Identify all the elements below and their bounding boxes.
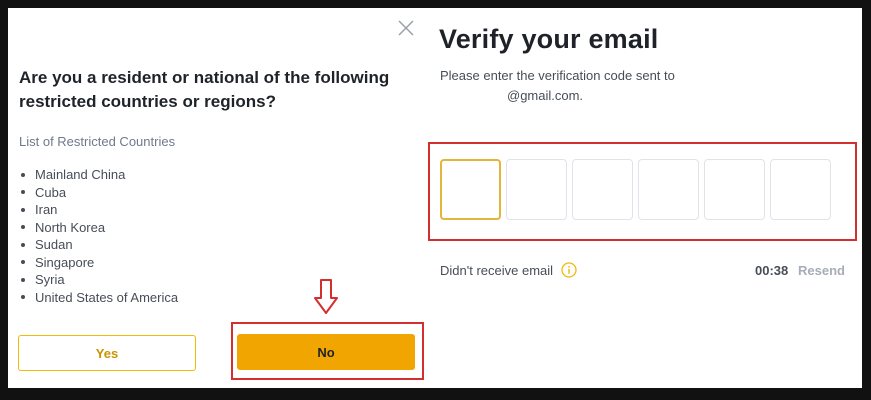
bullet [21,207,25,212]
code-digit-3[interactable] [572,159,633,220]
code-digit-5[interactable] [704,159,765,220]
code-digit-1[interactable] [440,159,501,220]
verification-code-input [440,159,831,220]
code-digit-4[interactable] [638,159,699,220]
bullet [21,172,25,177]
code-digit-6[interactable] [770,159,831,220]
close-icon[interactable] [397,19,415,37]
bullet [21,242,25,247]
resend-timer: 00:38 [755,263,789,278]
bullet [21,295,25,300]
bullet [21,277,25,282]
arrow-down-icon [314,279,338,314]
code-digit-2[interactable] [506,159,567,220]
bullet [21,190,25,195]
restricted-country-list: Mainland China Cuba Iran North Korea Sud… [19,166,178,306]
list-item: Iran [19,201,178,219]
restricted-list-title: List of Restricted Countries [19,134,176,149]
no-button[interactable]: No [237,334,415,370]
resend-link[interactable]: Resend [798,263,845,278]
page-title: Verify your email [439,24,659,54]
list-item: North Korea [19,219,178,237]
verify-instruction: Please enter the verification code sent … [440,66,740,106]
didnt-receive-email: Didn't receive email [440,262,577,278]
list-item: Mainland China [19,166,178,184]
yes-button[interactable]: Yes [18,335,196,371]
list-item: Sudan [19,236,178,254]
bullet [21,260,25,265]
list-item: Singapore [19,254,178,272]
screenshot-frame: Are you a resident or national of the fo… [8,8,862,388]
list-item: Syria [19,271,178,289]
dialog-question: Are you a resident or national of the fo… [19,68,390,111]
didnt-receive-label: Didn't receive email [440,262,554,278]
email-address: @gmail.com. [507,88,584,103]
instruction-text: Please enter the verification code sent … [440,68,675,83]
list-item: Cuba [19,184,178,202]
bullet [21,225,25,230]
restriction-dialog: Are you a resident or national of the fo… [8,8,428,388]
verify-email-panel: Verify your email Please enter the verif… [428,8,862,388]
list-item: United States of America [19,289,178,307]
info-icon[interactable] [561,262,577,278]
